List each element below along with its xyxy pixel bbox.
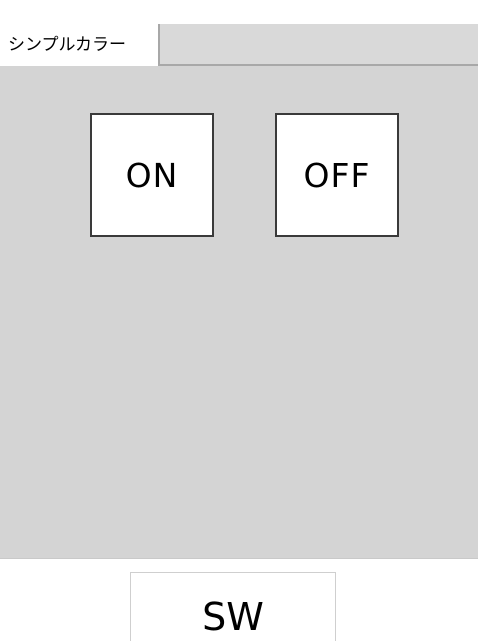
off-button[interactable]: OFF [275,113,399,237]
tab-strip: シンプルカラー [0,24,478,66]
tab-panel [0,66,478,558]
sw-label: SW [202,595,264,639]
tab-strip-empty-area [160,24,478,66]
panel-divider [0,558,478,561]
on-button[interactable]: ON [90,113,214,237]
app-root: シンプルカラー ON OFF SW [0,0,478,641]
sw-label-card: SW [130,572,336,641]
tab-simple-color[interactable]: シンプルカラー [0,24,158,66]
